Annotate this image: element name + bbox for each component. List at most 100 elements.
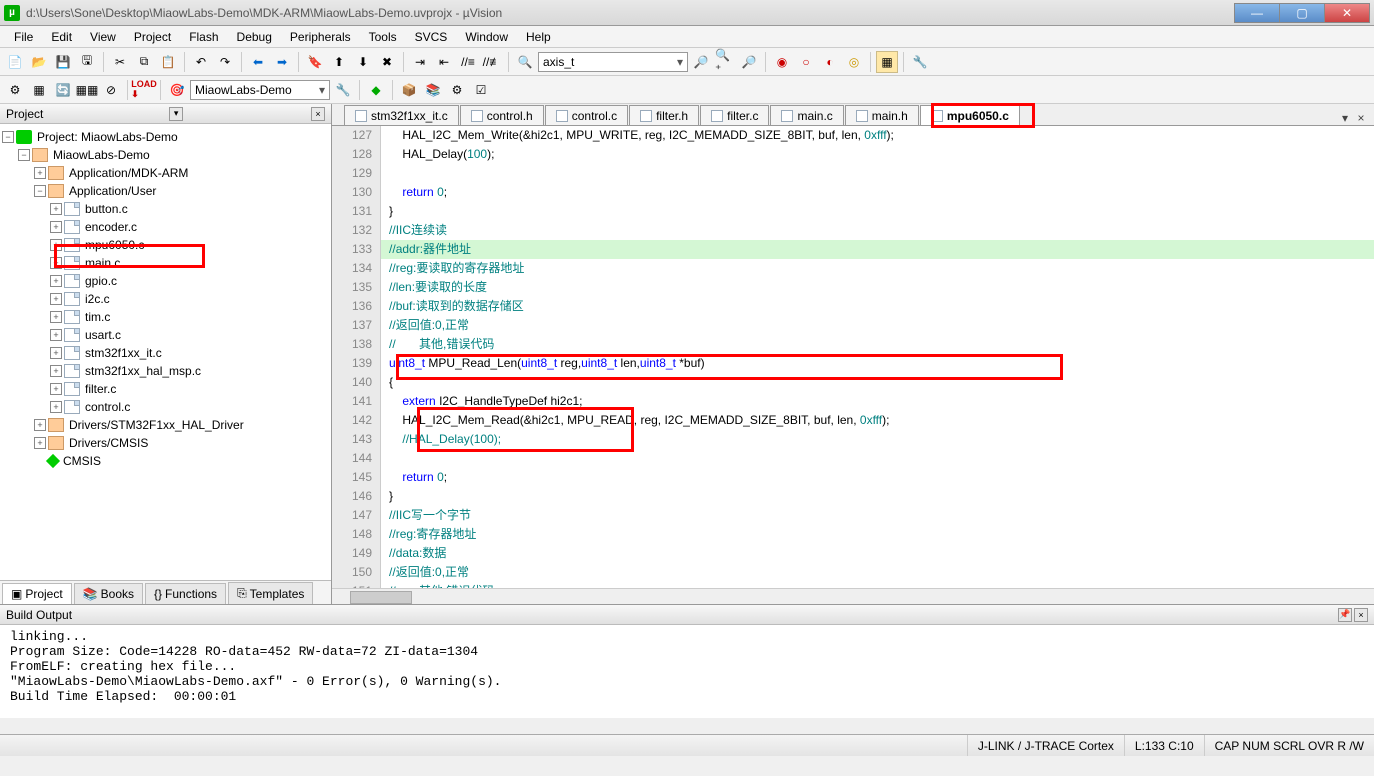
tree-file[interactable]: +control.c [2,398,329,416]
menu-window[interactable]: Window [457,28,516,46]
expand-icon[interactable]: + [50,239,62,251]
maximize-button[interactable]: ▢ [1279,3,1325,23]
nav-fwd-icon[interactable]: ➡ [271,51,293,73]
build-icon[interactable]: ▦ [28,79,50,101]
target-options-icon[interactable]: 🎯 [166,79,188,101]
bookmark-icon[interactable]: 🔖 [304,51,326,73]
editor-tab[interactable]: filter.h [629,105,699,125]
find-next-icon[interactable]: 🔎 [690,51,712,73]
target-select[interactable]: MiaowLabs-Demo ▾ [190,80,330,100]
breakpoint-insert-icon[interactable]: ○ [795,51,817,73]
menu-edit[interactable]: Edit [43,28,80,46]
expand-icon[interactable]: − [18,149,30,161]
nav-back-icon[interactable]: ⬅ [247,51,269,73]
expand-icon[interactable]: + [50,383,62,395]
pack-installer-icon[interactable]: 📦 [398,79,420,101]
redo-icon[interactable]: ↷ [214,51,236,73]
copy-icon[interactable]: ⧉ [133,51,155,73]
editor-tab[interactable]: control.h [460,105,544,125]
expand-icon[interactable]: + [50,329,62,341]
expand-icon[interactable]: + [50,311,62,323]
expand-icon[interactable]: + [50,293,62,305]
panel-close-icon[interactable]: × [1354,608,1368,622]
tree-file[interactable]: +filter.c [2,380,329,398]
tree-file[interactable]: +main.c [2,254,329,272]
find-in-files-icon[interactable]: 🔍 [514,51,536,73]
build-output-body[interactable]: linking... Program Size: Code=14228 RO-d… [0,625,1374,718]
tree-file[interactable]: +mpu6050.c [2,236,329,254]
open-file-icon[interactable]: 📂 [28,51,50,73]
paste-icon[interactable]: 📋 [157,51,179,73]
tree-file[interactable]: +tim.c [2,308,329,326]
batch-build-icon[interactable]: ▦▦ [76,79,98,101]
menu-flash[interactable]: Flash [181,28,226,46]
menu-help[interactable]: Help [518,28,559,46]
menu-project[interactable]: Project [126,28,179,46]
tree-file[interactable]: +button.c [2,200,329,218]
new-file-icon[interactable]: 📄 [4,51,26,73]
expand-icon[interactable]: + [50,221,62,233]
tree-file[interactable]: +usart.c [2,326,329,344]
close-button[interactable]: ✕ [1324,3,1370,23]
bookmark-prev-icon[interactable]: ⬆ [328,51,350,73]
panel-close-icon[interactable]: × [311,107,325,121]
expand-icon[interactable]: + [34,167,46,179]
editor-tab[interactable]: control.c [545,105,628,125]
tree-group[interactable]: +Drivers/CMSIS [2,434,329,452]
cut-icon[interactable]: ✂ [109,51,131,73]
uncomment-icon[interactable]: //≢ [481,51,503,73]
editor-tab[interactable]: main.h [845,105,919,125]
project-tree[interactable]: −Project: MiaowLabs-Demo−MiaowLabs-Demo+… [0,124,331,580]
menu-view[interactable]: View [82,28,124,46]
menu-peripherals[interactable]: Peripherals [282,28,359,46]
unindent-icon[interactable]: ⇤ [433,51,455,73]
panel-pin-icon[interactable]: 📌 [1338,608,1352,622]
window-layout-icon[interactable]: ▦ [876,51,898,73]
expand-icon[interactable]: + [50,275,62,287]
editor-horizontal-scrollbar[interactable] [332,588,1374,604]
tree-file[interactable]: +gpio.c [2,272,329,290]
undo-icon[interactable]: ↶ [190,51,212,73]
save-icon[interactable]: 💾 [52,51,74,73]
incremental-find-icon[interactable]: 🔍⁺ [714,51,736,73]
menu-tools[interactable]: Tools [361,28,405,46]
editor-tab[interactable]: stm32f1xx_it.c [344,105,459,125]
select-packs-icon[interactable]: ☑ [470,79,492,101]
tree-group[interactable]: +Drivers/STM32F1xx_HAL_Driver [2,416,329,434]
tree-file[interactable]: +i2c.c [2,290,329,308]
editor-tab[interactable]: mpu6050.c [920,105,1020,125]
comment-icon[interactable]: //≡ [457,51,479,73]
minimize-button[interactable]: — [1234,3,1280,23]
bookmark-clear-icon[interactable]: ✖ [376,51,398,73]
menu-svcs[interactable]: SVCS [407,28,456,46]
rebuild-icon[interactable]: 🔄 [52,79,74,101]
panel-dropdown-icon[interactable]: ▾ [169,107,183,121]
tree-project-root[interactable]: −Project: MiaowLabs-Demo [2,128,329,146]
expand-icon[interactable]: + [50,365,62,377]
translate-icon[interactable]: ⚙ [4,79,26,101]
breakpoint-kill-icon[interactable]: ◎ [843,51,865,73]
manage-rte-icon[interactable]: ◆ [365,79,387,101]
tree-file[interactable]: +stm32f1xx_hal_msp.c [2,362,329,380]
tree-group[interactable]: +Application/MDK-ARM [2,164,329,182]
bookmark-next-icon[interactable]: ⬇ [352,51,374,73]
tree-file[interactable]: +encoder.c [2,218,329,236]
expand-icon[interactable]: + [50,257,62,269]
tree-group[interactable]: −Application/User [2,182,329,200]
find-icon[interactable]: 🔎 [738,51,760,73]
expand-icon[interactable]: + [34,419,46,431]
menu-debug[interactable]: Debug [229,28,280,46]
project-tab-functions[interactable]: {}Functions [145,583,226,604]
tab-dropdown-icon[interactable]: ▾ [1338,111,1352,125]
download-icon[interactable]: LOAD⬇ [133,79,155,101]
tree-target[interactable]: −MiaowLabs-Demo [2,146,329,164]
expand-icon[interactable]: + [50,203,62,215]
indent-icon[interactable]: ⇥ [409,51,431,73]
project-tab-templates[interactable]: ⎘Templates [228,582,313,604]
expand-icon[interactable]: − [34,185,46,197]
editor-tab[interactable]: main.c [770,105,843,125]
configure-icon[interactable]: 🔧 [909,51,931,73]
tree-file[interactable]: +stm32f1xx_it.c [2,344,329,362]
expand-icon[interactable]: + [34,437,46,449]
tree-cmsis[interactable]: CMSIS [2,452,329,470]
